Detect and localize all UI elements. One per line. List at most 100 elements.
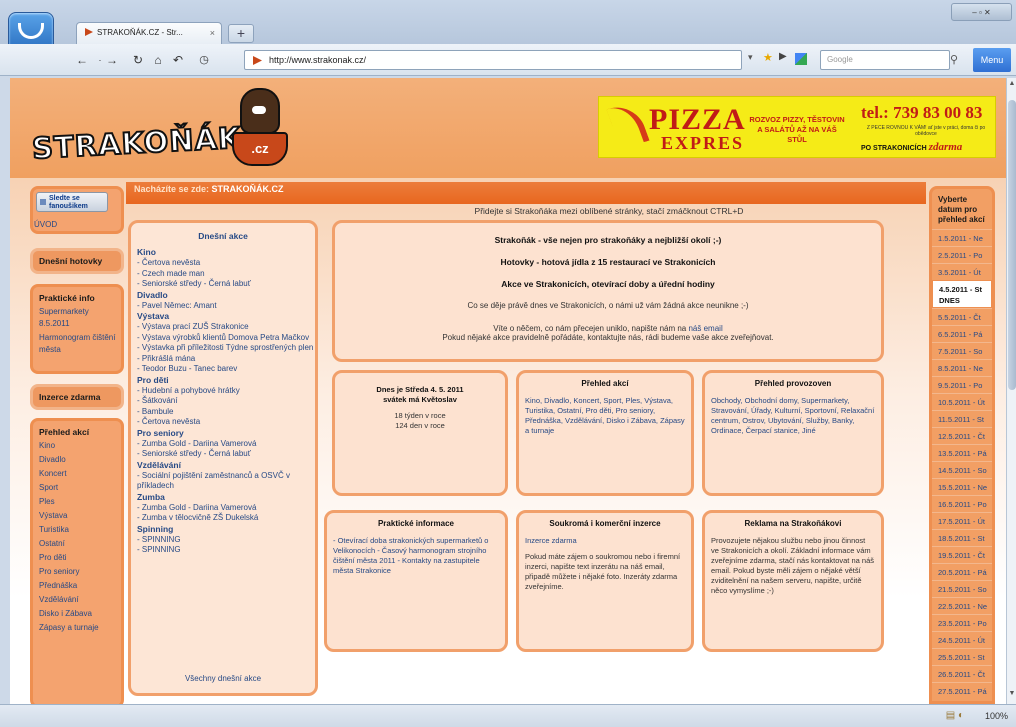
events-category-link[interactable]: Kino	[33, 439, 121, 453]
date-link[interactable]: 13.5.2011 - Pá	[932, 444, 992, 461]
event-link[interactable]: - Šátkování	[131, 396, 315, 407]
event-link[interactable]: - Čertova nevěsta	[131, 258, 315, 269]
window-controls[interactable]: – ▫ ✕	[951, 3, 1012, 21]
event-link[interactable]: - Zumba v tělocvičně ZŠ Dukelská	[131, 513, 315, 524]
event-link[interactable]: - Výstavka při příležitosti Týdne sprost…	[131, 343, 315, 354]
search-engine-icon[interactable]	[795, 53, 807, 65]
nav-hotovky[interactable]: Dnešní hotovky	[30, 248, 124, 274]
date-link[interactable]: 10.5.2011 - Út	[932, 393, 992, 410]
event-link[interactable]: - Zumba Gold - Dariina Vamerová	[131, 439, 315, 450]
date-link[interactable]: 5.5.2011 - Čt	[932, 308, 992, 325]
home-icon[interactable]: ⌂	[150, 52, 166, 68]
email-link[interactable]: náš email	[688, 324, 722, 333]
date-link[interactable]: 25.5.2011 - St	[932, 648, 992, 665]
event-link[interactable]: - Czech made man	[131, 269, 315, 280]
back-icon[interactable]: ←	[74, 52, 90, 68]
event-link[interactable]: - SPINNING	[131, 535, 315, 546]
events-category-link[interactable]: Ostatní	[33, 537, 121, 551]
date-link[interactable]: 23.5.2011 - Po	[932, 614, 992, 631]
undo-icon[interactable]: ↶	[170, 52, 186, 68]
date-link[interactable]: 3.5.2011 - Út	[932, 263, 992, 280]
practical-info-item[interactable]: Supermarkety 8.5.2011	[33, 305, 121, 331]
event-link[interactable]: - Hudební a pohybové hrátky	[131, 386, 315, 397]
addon-icons[interactable]: ▤ ◐	[946, 710, 964, 721]
event-category[interactable]: Výstava	[131, 311, 315, 322]
event-link[interactable]: - Výstava prací ZUŠ Strakonice	[131, 322, 315, 333]
search-icon[interactable]: ⚲	[950, 53, 958, 66]
date-today[interactable]: 4.5.2011 - St DNES	[932, 280, 992, 308]
events-category-link[interactable]: Turistika	[33, 523, 121, 537]
date-link[interactable]: 27.5.2011 - Pá	[932, 682, 992, 699]
date-link[interactable]: 18.5.2011 - St	[932, 529, 992, 546]
date-link[interactable]: 20.5.2011 - Pá	[932, 563, 992, 580]
site-logo[interactable]: STRAKOŇÁK .cz	[30, 88, 332, 170]
events-category-link[interactable]: Vzdělávání	[33, 593, 121, 607]
scroll-up-icon[interactable]: ▲	[1007, 80, 1016, 87]
events-category-link[interactable]: Zápasy a turnaje	[33, 621, 121, 635]
events-category-link[interactable]: Sport	[33, 481, 121, 495]
address-bar[interactable]: http://www.strakonak.cz/	[244, 50, 742, 70]
date-link[interactable]: 7.5.2011 - So	[932, 342, 992, 359]
date-link[interactable]: 26.5.2011 - Čt	[932, 665, 992, 682]
events-overview-links[interactable]: Kino, Divadlo, Koncert, Sport, Ples, Výs…	[525, 396, 685, 436]
date-link[interactable]: 8.5.2011 - Ne	[932, 359, 992, 376]
date-link[interactable]: 19.5.2011 - Čt	[932, 546, 992, 563]
go-arrow-icon[interactable]: ▶	[779, 51, 787, 62]
breadcrumb-current[interactable]: STRAKOŇÁK.CZ	[212, 184, 284, 194]
all-events-link[interactable]: Všechny dnešní akce	[131, 674, 315, 683]
event-link[interactable]: - Pavel Němec: Amant	[131, 301, 315, 312]
events-category-link[interactable]: Výstava	[33, 509, 121, 523]
event-category[interactable]: Spinning	[131, 524, 315, 535]
scrollbar-thumb[interactable]	[1008, 100, 1016, 390]
search-input[interactable]: Google	[820, 50, 950, 70]
pizza-expres-banner[interactable]: PIZZA EXPRES ROZVOZ PIZZY, TĚSTOVIN A SA…	[598, 96, 996, 158]
event-link[interactable]: - Teodor Buzu - Tanec barev	[131, 364, 315, 375]
reload-icon[interactable]: ↻	[130, 52, 146, 68]
event-category[interactable]: Divadlo	[131, 290, 315, 301]
event-link[interactable]: - Zumba Gold - Dariina Vamerová	[131, 503, 315, 514]
practical-links[interactable]: - Otevírací doba strakonických supermark…	[333, 536, 499, 576]
event-link[interactable]: - Bambule	[131, 407, 315, 418]
events-category-link[interactable]: Pro děti	[33, 551, 121, 565]
date-link[interactable]: 24.5.2011 - Út	[932, 631, 992, 648]
events-category-link[interactable]: Přednáška	[33, 579, 121, 593]
date-link[interactable]: 17.5.2011 - Út	[932, 512, 992, 529]
forward-icon[interactable]: →	[104, 52, 120, 68]
history-icon[interactable]: ◷	[196, 52, 212, 68]
date-link[interactable]: 16.5.2011 - Po	[932, 495, 992, 512]
date-link[interactable]: 11.5.2011 - St	[932, 410, 992, 427]
scroll-down-icon[interactable]: ▼	[1007, 690, 1016, 697]
date-link[interactable]: 2.5.2011 - Po	[932, 246, 992, 263]
event-link[interactable]: - SPINNING	[131, 545, 315, 556]
event-category[interactable]: Pro seniory	[131, 428, 315, 439]
events-category-link[interactable]: Divadlo	[33, 453, 121, 467]
date-link[interactable]: 1.5.2011 - Ne	[932, 229, 992, 246]
new-tab-button[interactable]: +	[228, 24, 254, 43]
businesses-links[interactable]: Obchody, Obchodní domy, Supermarkety, St…	[711, 396, 875, 436]
date-link[interactable]: 12.5.2011 - Čt	[932, 427, 992, 444]
event-category[interactable]: Zumba	[131, 492, 315, 503]
event-category[interactable]: Vzdělávání	[131, 460, 315, 471]
event-link[interactable]: - Čertova nevěsta	[131, 417, 315, 428]
tab-close-icon[interactable]: ×	[210, 28, 215, 38]
zoom-level[interactable]: 100%	[985, 711, 1008, 721]
event-category[interactable]: Pro děti	[131, 375, 315, 386]
date-link[interactable]: 9.5.2011 - Po	[932, 376, 992, 393]
nav-uvod[interactable]: ÚVOD	[34, 220, 57, 229]
menu-button[interactable]: Menu	[973, 48, 1011, 72]
url-dropdown-icon[interactable]: ▾	[748, 52, 753, 63]
events-category-link[interactable]: Ples	[33, 495, 121, 509]
event-link[interactable]: - Seniorské středy - Černá labuť	[131, 279, 315, 290]
fan-button[interactable]: Sledte se fanoušikem	[36, 192, 108, 212]
date-link[interactable]: 6.5.2011 - Pá	[932, 325, 992, 342]
date-link[interactable]: 15.5.2011 - Ne	[932, 478, 992, 495]
event-link[interactable]: - Sociální pojištění zaměstnanců a OSVČ …	[131, 471, 315, 492]
event-link[interactable]: - Seniorské středy - Černá labuť	[131, 449, 315, 460]
practical-info-item[interactable]: Harmonogram čištění města	[33, 331, 121, 357]
date-link[interactable]: 14.5.2011 - So	[932, 461, 992, 478]
browser-tab[interactable]: STRAKOŇÁK.CZ - Str... ×	[76, 22, 222, 44]
event-link[interactable]: - Výstava výrobků klientů Domova Petra M…	[131, 333, 315, 344]
bookmark-star-icon[interactable]: ★	[763, 51, 773, 64]
event-category[interactable]: Kino	[131, 247, 315, 258]
events-category-link[interactable]: Disko i Zábava	[33, 607, 121, 621]
